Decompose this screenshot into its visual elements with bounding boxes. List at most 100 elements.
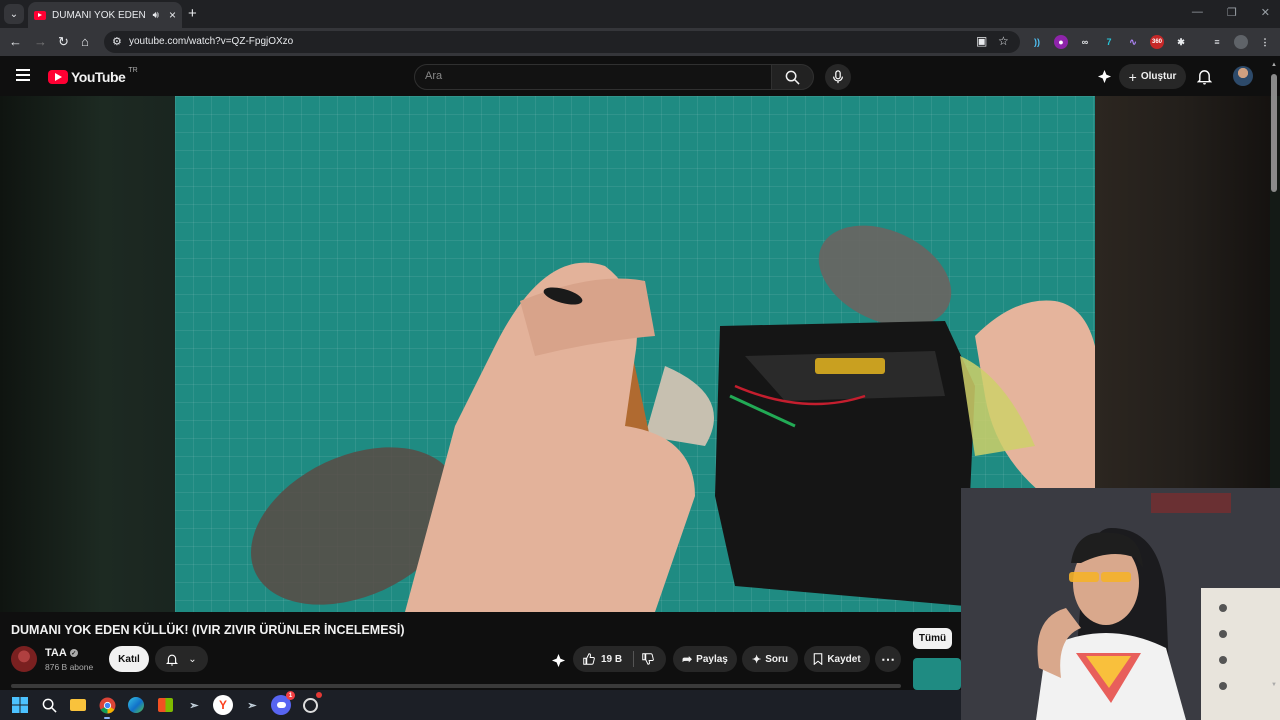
minimize-icon[interactable]: —: [1192, 6, 1203, 19]
restore-icon[interactable]: ❐: [1227, 6, 1237, 19]
player-backdrop-right: [1095, 96, 1270, 488]
like-divider: [633, 651, 634, 667]
more-actions-button[interactable]: ⋯: [875, 646, 901, 672]
ai-sparkle-icon[interactable]: [1097, 69, 1112, 89]
save-button[interactable]: Kaydet: [804, 646, 870, 672]
extension-twitch-icon[interactable]: ∿: [1126, 35, 1140, 49]
windows-taskbar: ➣ Y ➣ 1: [0, 690, 961, 720]
search-icon[interactable]: [39, 695, 59, 715]
youtube-icon: [34, 10, 46, 20]
join-button[interactable]: Katıl: [109, 646, 149, 672]
share-label: Paylaş: [696, 653, 728, 665]
sparkle-icon: ✦: [752, 653, 762, 666]
extension-audio-icon[interactable]: )): [1030, 35, 1044, 49]
video-frame: [251, 225, 1095, 612]
yandex-icon[interactable]: Y: [213, 695, 233, 715]
dislike-button[interactable]: [642, 653, 654, 668]
more-horizontal-icon: ⋯: [881, 650, 895, 667]
search-input[interactable]: [425, 70, 755, 82]
ai-sparkle-icon[interactable]: [551, 653, 566, 673]
ask-button[interactable]: ✦ Soru: [742, 646, 798, 672]
close-window-icon[interactable]: ✕: [1261, 6, 1270, 19]
scroll-up-icon[interactable]: ▲: [1271, 62, 1277, 68]
windows-start-icon[interactable]: [10, 695, 30, 715]
browser-toolbar: ← → ↻ ⌂ ⚙ youtube.com/watch?v=QZ-FpgjOXz…: [0, 28, 1280, 56]
chrome-menu-icon[interactable]: ⋮: [1258, 35, 1272, 49]
scroll-down-icon[interactable]: ▼: [1271, 682, 1277, 688]
like-count: 19 B: [601, 653, 623, 665]
new-tab-button[interactable]: +: [188, 5, 197, 22]
profile-avatar-icon[interactable]: [1234, 35, 1248, 49]
subscriber-count: 876 B abone: [45, 662, 94, 672]
search-box: [414, 64, 772, 90]
bell-icon: [166, 654, 179, 666]
chrome-icon[interactable]: [97, 695, 117, 719]
youtube-play-icon: [48, 70, 68, 84]
steam-alt-icon[interactable]: ➣: [242, 695, 262, 715]
video-player[interactable]: [175, 96, 1095, 612]
page-scrollbar[interactable]: ▲ ▼: [1270, 62, 1278, 688]
thumbs-down-icon: [642, 653, 654, 665]
discord-icon[interactable]: 1: [271, 691, 295, 715]
share-icon: ➦: [682, 652, 693, 666]
speaker-icon[interactable]: 🔊︎: [153, 10, 159, 21]
create-button[interactable]: + Oluştur: [1119, 64, 1186, 89]
extension-7tv-icon[interactable]: 7: [1102, 35, 1116, 49]
country-code: TR: [128, 66, 138, 74]
plus-icon: +: [1128, 68, 1137, 85]
save-label: Kaydet: [827, 653, 861, 665]
address-url: youtube.com/watch?v=QZ-FpgjOXzo: [129, 36, 294, 47]
subscribed-bell-button[interactable]: ⌄: [155, 646, 208, 672]
window-controls: — ❐ ✕: [1192, 6, 1270, 19]
search-button[interactable]: [771, 64, 814, 90]
browser-tab-active[interactable]: DUMANI YOK EDEN KÜLLÜK! (IVIR ZIVIR ÜRÜN…: [28, 2, 182, 28]
steam-icon[interactable]: ➣: [184, 695, 204, 715]
tab-search-button[interactable]: ⌄: [4, 4, 24, 24]
chevron-down-icon: ⌄: [188, 653, 197, 665]
extension-360-icon[interactable]: 360: [1150, 35, 1164, 49]
discord-notification-badge: 1: [286, 691, 295, 700]
youtube-masthead: YouTube TR + Oluştur: [0, 56, 1280, 96]
forward-icon[interactable]: →: [34, 34, 47, 50]
verified-check-icon: ✓: [69, 649, 78, 657]
browser-tab-strip: ⌄ DUMANI YOK EDEN KÜLLÜK! (IVIR ZIVIR ÜR…: [0, 0, 1280, 28]
file-explorer-icon[interactable]: [68, 695, 88, 715]
account-avatar[interactable]: [1233, 66, 1253, 86]
voice-search-button[interactable]: [825, 64, 851, 90]
edge-icon[interactable]: [126, 695, 146, 715]
video-info: DUMANI YOK EDEN KÜLLÜK! (IVIR ZIVIR ÜRÜN…: [0, 612, 961, 690]
media-controls-icon[interactable]: ≡: [1210, 35, 1224, 49]
channel-name-row[interactable]: TAA ✓: [45, 647, 78, 659]
tab-title: DUMANI YOK EDEN KÜLLÜK! (IVIR ZIVIR ÜRÜN…: [52, 9, 147, 21]
like-button[interactable]: 19 B: [583, 653, 622, 665]
install-app-icon[interactable]: ▣: [976, 34, 987, 48]
channel-name[interactable]: TAA: [45, 647, 67, 659]
close-tab-icon[interactable]: ×: [169, 8, 176, 22]
back-icon[interactable]: ←: [9, 34, 22, 50]
webcam-overlay: [961, 488, 1280, 720]
like-dislike-group: 19 B: [573, 646, 666, 672]
address-bar[interactable]: ⚙ youtube.com/watch?v=QZ-FpgjOXzo ▣ ☆: [104, 31, 1020, 53]
share-button[interactable]: ➦ Paylaş: [673, 646, 737, 672]
store-icon[interactable]: [155, 695, 175, 715]
webcam-frame: [961, 488, 1280, 720]
bookmark-star-icon[interactable]: ☆: [998, 34, 1009, 48]
extension-purple-icon[interactable]: ●: [1054, 35, 1068, 49]
microphone-icon: [833, 70, 843, 84]
channel-avatar[interactable]: [11, 646, 37, 672]
extension-glasses-icon[interactable]: ∞: [1078, 35, 1092, 49]
home-icon[interactable]: ⌂: [81, 34, 89, 50]
scrollbar-thumb[interactable]: [1271, 74, 1277, 192]
obs-icon[interactable]: [300, 692, 322, 715]
reload-icon[interactable]: ↻: [58, 34, 69, 50]
extension-badge: 360: [1151, 39, 1162, 45]
video-title: DUMANI YOK EDEN KÜLLÜK! (IVIR ZIVIR ÜRÜN…: [11, 623, 405, 637]
notifications-bell-icon[interactable]: [1196, 68, 1213, 90]
menu-icon[interactable]: [16, 69, 30, 81]
site-info-icon[interactable]: ⚙: [112, 35, 122, 48]
youtube-logo[interactable]: YouTube TR: [48, 66, 138, 85]
extensions-puzzle-icon[interactable]: ✱: [1174, 35, 1188, 49]
ask-label: Soru: [765, 653, 788, 665]
recommendation-thumbnail[interactable]: [913, 658, 961, 690]
filter-chip-all[interactable]: Tümü: [913, 628, 952, 649]
